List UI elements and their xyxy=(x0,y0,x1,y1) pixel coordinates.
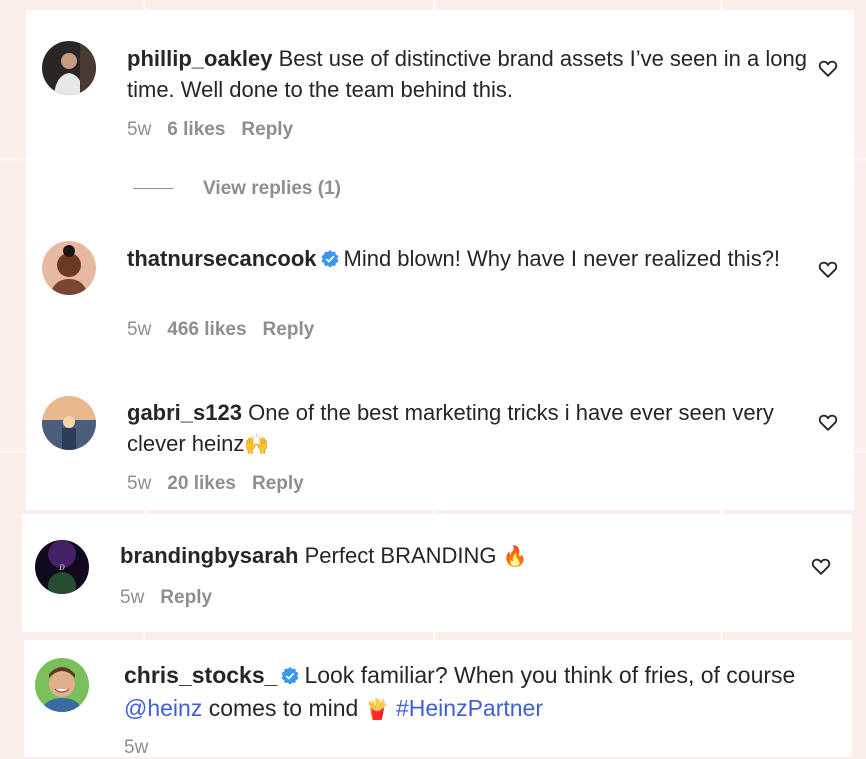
timestamp: 5w xyxy=(124,737,149,758)
verified-badge-icon xyxy=(320,249,340,269)
like-heart-icon[interactable] xyxy=(817,411,839,433)
comment-body-continued: comes to mind xyxy=(208,695,359,721)
username-link[interactable]: thatnursecancook xyxy=(127,246,317,271)
verified-badge-icon xyxy=(280,666,300,686)
divider-dash xyxy=(133,188,173,190)
username-link[interactable]: chris_stocks_ xyxy=(124,662,277,688)
hashtag-link[interactable]: #HeinzPartner xyxy=(396,695,543,721)
reply-button[interactable]: Reply xyxy=(160,587,212,608)
likes-count[interactable]: 6 likes xyxy=(167,119,225,140)
avatar[interactable]: D xyxy=(35,540,89,594)
like-heart-icon[interactable] xyxy=(810,555,832,577)
comment-text: brandingbysarah Perfect BRANDING 🔥 xyxy=(120,540,810,572)
like-heart-icon[interactable] xyxy=(817,258,839,280)
comment-meta: 5w Reply xyxy=(120,587,228,609)
view-replies-button[interactable]: View replies (1) xyxy=(133,178,341,200)
comment-body: Mind blown! Why have I never realized th… xyxy=(343,246,781,271)
username-link[interactable]: gabri_s123 xyxy=(127,400,242,425)
avatar[interactable] xyxy=(42,41,96,95)
comment-meta: 5w xyxy=(124,737,164,759)
username-link[interactable]: brandingbysarah xyxy=(120,543,298,568)
reply-button[interactable]: Reply xyxy=(241,119,293,140)
comment-card xyxy=(22,514,852,632)
timestamp: 5w xyxy=(120,587,145,608)
fries-emoji: 🍟 xyxy=(364,697,390,721)
likes-count[interactable]: 20 likes xyxy=(167,473,236,494)
svg-text:D: D xyxy=(58,564,65,572)
comment-meta: 5w 20 likes Reply xyxy=(127,473,320,495)
username-link[interactable]: phillip_oakley xyxy=(127,46,273,71)
timestamp: 5w xyxy=(127,473,152,494)
comment-body: Perfect BRANDING xyxy=(304,543,497,568)
likes-count[interactable]: 466 likes xyxy=(167,319,246,340)
avatar[interactable] xyxy=(35,658,89,712)
comment-text: thatnursecancook Mind blown! Why have I n… xyxy=(127,243,817,274)
raised-hands-emoji: 🙌 xyxy=(244,432,270,456)
comment-meta: 5w 466 likes Reply xyxy=(127,319,330,341)
comment-body: Look familiar? When you think of fries, … xyxy=(304,662,796,688)
comment-meta: 5w 6 likes Reply xyxy=(127,119,309,141)
view-replies-label[interactable]: View replies (1) xyxy=(203,178,341,199)
mention-link[interactable]: @heinz xyxy=(124,695,202,721)
comment-text: phillip_oakley Best use of distinctive b… xyxy=(127,43,817,105)
comment-text: chris_stocks_ Look familiar? When you thi… xyxy=(124,659,824,726)
reply-button[interactable]: Reply xyxy=(263,319,315,340)
timestamp: 5w xyxy=(127,119,152,140)
avatar[interactable] xyxy=(42,241,96,295)
timestamp: 5w xyxy=(127,319,152,340)
like-heart-icon[interactable] xyxy=(817,57,839,79)
comment-text: gabri_s123 One of the best marketing tri… xyxy=(127,397,817,460)
reply-button[interactable]: Reply xyxy=(252,473,304,494)
fire-emoji: 🔥 xyxy=(502,544,528,568)
avatar[interactable] xyxy=(42,396,96,450)
